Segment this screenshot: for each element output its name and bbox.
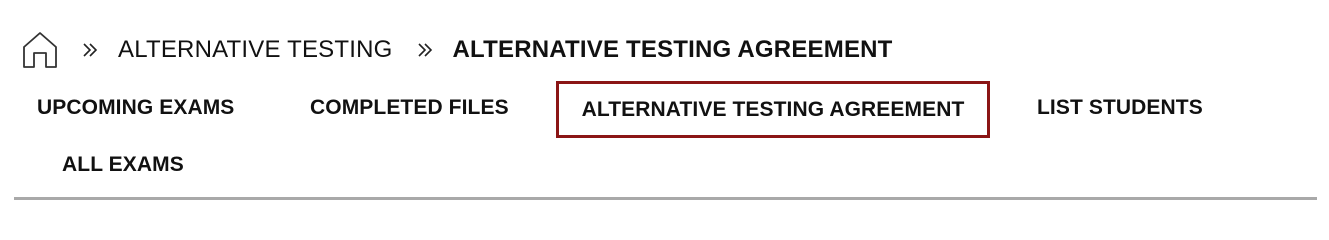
tab-completed-files[interactable]: COMPLETED FILES bbox=[310, 96, 509, 120]
tab-upcoming-exams[interactable]: UPCOMING EXAMS bbox=[37, 96, 234, 120]
breadcrumb: ALTERNATIVE TESTING ALTERNATIVE TESTING … bbox=[22, 30, 893, 70]
tab-list-students[interactable]: LIST STUDENTS bbox=[1037, 96, 1203, 120]
tab-all-exams[interactable]: ALL EXAMS bbox=[62, 153, 184, 177]
tab-bar-divider bbox=[14, 197, 1317, 200]
breadcrumb-link-alternative-testing[interactable]: ALTERNATIVE TESTING bbox=[118, 36, 393, 64]
breadcrumb-current-page: ALTERNATIVE TESTING AGREEMENT bbox=[452, 36, 893, 63]
tab-alternative-testing-agreement[interactable]: ALTERNATIVE TESTING AGREEMENT bbox=[556, 81, 990, 138]
double-chevron-right-icon bbox=[417, 40, 433, 60]
home-icon[interactable] bbox=[22, 30, 58, 70]
double-chevron-right-icon bbox=[82, 40, 98, 60]
